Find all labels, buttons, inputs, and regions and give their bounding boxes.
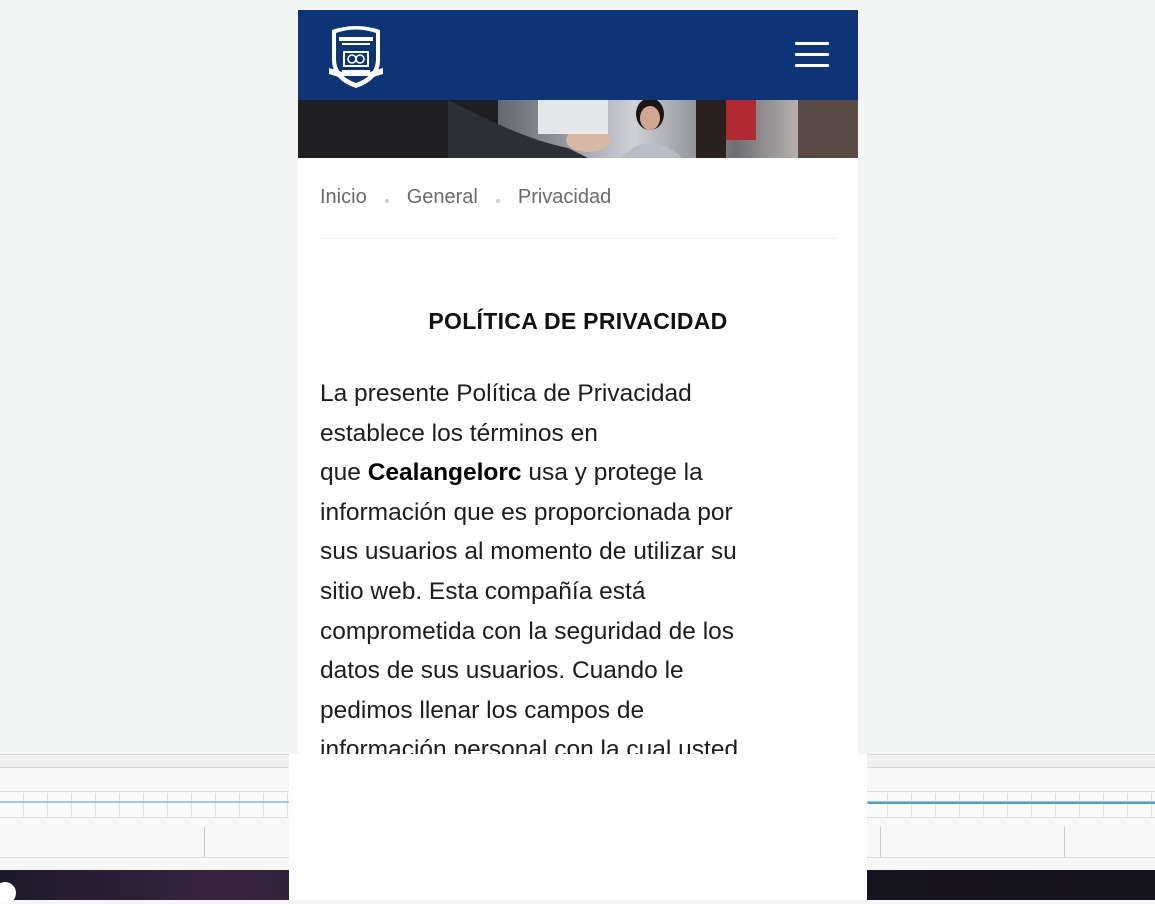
breadcrumb-divider bbox=[320, 238, 836, 239]
text-line: sus usuarios al momento de utilizar su bbox=[320, 538, 737, 566]
text-line: que Cealangelorc usa y protege la bbox=[320, 453, 820, 493]
text-line: comprometida con la seguridad de los bbox=[320, 617, 735, 645]
text-line: datos de sus usuarios. Cuando le bbox=[320, 657, 684, 685]
company-name: Cealangelorc bbox=[367, 459, 522, 487]
school-crest-logo-icon[interactable] bbox=[326, 22, 386, 90]
text-line: establece los términos en bbox=[320, 419, 598, 447]
viewport-bottom-blank bbox=[289, 754, 867, 900]
hamburger-menu-icon[interactable] bbox=[795, 42, 829, 70]
breadcrumb-separator bbox=[495, 199, 500, 203]
breadcrumb-link-inicio[interactable]: Inicio bbox=[320, 186, 367, 209]
text-fragment: usa y protege la bbox=[521, 459, 703, 487]
breadcrumb: Inicio General Privacidad bbox=[320, 185, 611, 209]
devtools-column-separator bbox=[204, 827, 205, 857]
privacy-policy-text: La presente Política de Privacidad estab… bbox=[320, 374, 820, 754]
breadcrumb-separator bbox=[384, 199, 389, 203]
hero-banner-image bbox=[298, 100, 858, 158]
text-line: sitio web. Esta compañía está bbox=[320, 577, 646, 605]
text-line: pedimos llenar los campos de bbox=[320, 696, 645, 724]
devtools-column-separator bbox=[880, 827, 881, 857]
page-title: POLÍTICA DE PRIVACIDAD bbox=[428, 308, 728, 334]
hero-photo bbox=[298, 100, 858, 158]
site-header bbox=[298, 10, 858, 100]
breadcrumb-current-privacidad: Privacidad bbox=[517, 185, 612, 208]
taskbar-app-icon bbox=[0, 882, 16, 904]
mobile-page: Inicio General Privacidad POLÍTICA DE PR… bbox=[298, 10, 858, 754]
text-fragment: que bbox=[320, 459, 368, 487]
devtools-timeline-bar-right bbox=[868, 802, 1155, 804]
breadcrumb-link-general[interactable]: General bbox=[407, 186, 478, 209]
text-line: información que es proporcionada por bbox=[320, 498, 733, 526]
text-line: información personal con la cual usted bbox=[320, 736, 739, 754]
text-line: La presente Política de Privacidad bbox=[320, 380, 692, 407]
devtools-column-separator bbox=[1064, 827, 1065, 857]
